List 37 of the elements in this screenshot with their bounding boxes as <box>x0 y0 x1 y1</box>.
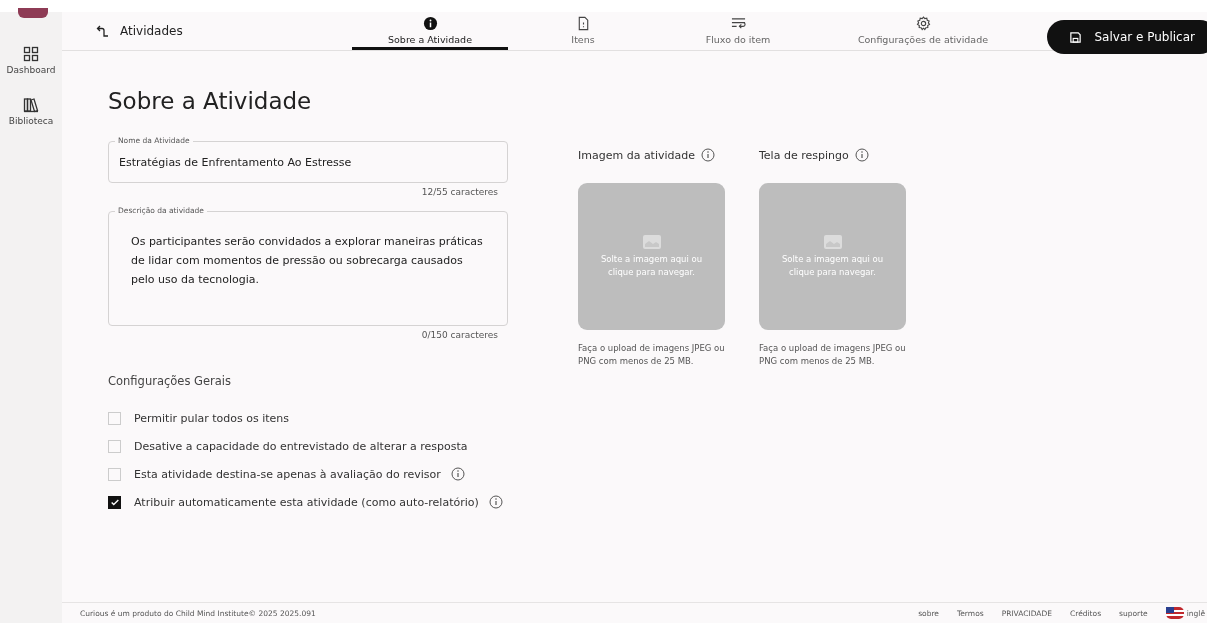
settings-icon <box>915 16 931 31</box>
image-icon <box>823 234 842 249</box>
upload-title: Tela de respingo <box>759 148 849 162</box>
checkbox[interactable] <box>108 495 121 509</box>
tab[interactable]: Fluxo do item <box>658 12 818 50</box>
character-counter: 12/55 caracteres <box>420 187 498 197</box>
sidebar-item[interactable]: Biblioteca <box>8 97 54 126</box>
tab[interactable]: Itens <box>508 12 658 50</box>
back-link[interactable]: Atividades <box>96 24 316 38</box>
character-counter: 0/150 caracteres <box>420 330 498 340</box>
books-icon <box>23 97 39 113</box>
back-arrow-icon <box>96 24 110 38</box>
back-label: Atividades <box>120 24 183 38</box>
checkbox-label: Permitir pular todos os itens <box>134 411 290 425</box>
upload-hint: Faça o upload de imagens JPEG ou PNG com menos de 25 MB. <box>578 342 725 368</box>
info-icon[interactable] <box>488 495 503 509</box>
upload-title: Imagem da atividade <box>578 148 696 162</box>
checkbox-label: Desative a capacidade do entrevistado de alterar a resposta <box>134 439 468 453</box>
upload-hint: Faça o upload de imagens JPEG ou PNG com menos de 25 MB. <box>759 342 906 368</box>
grid-icon <box>23 46 39 62</box>
image-icon <box>642 234 661 249</box>
save-icon <box>1069 30 1083 44</box>
sidebar-item[interactable]: Dashboard <box>6 46 56 75</box>
info-icon[interactable] <box>854 148 869 162</box>
tab[interactable]: Configurações de atividade <box>818 12 1028 50</box>
checkbox-label: Atribuir automaticamente esta atividade (como auto-relatório) <box>134 495 479 509</box>
page-title: Sobre a Atividade <box>108 88 313 114</box>
save-publish-button[interactable]: Salvar e Publicar <box>1047 20 1207 54</box>
info-icon[interactable] <box>450 467 465 481</box>
tab[interactable]: Sobre a Atividade <box>352 12 508 50</box>
checkbox-label: Esta atividade destina-se apenas à avaliação do revisor <box>134 467 441 481</box>
info-icon <box>422 16 438 31</box>
section-title: Configurações Gerais <box>108 374 232 388</box>
flag-icon <box>1165 607 1184 619</box>
logo <box>18 8 48 18</box>
wrap-lines-icon <box>730 16 746 31</box>
info-icon[interactable] <box>701 148 716 162</box>
